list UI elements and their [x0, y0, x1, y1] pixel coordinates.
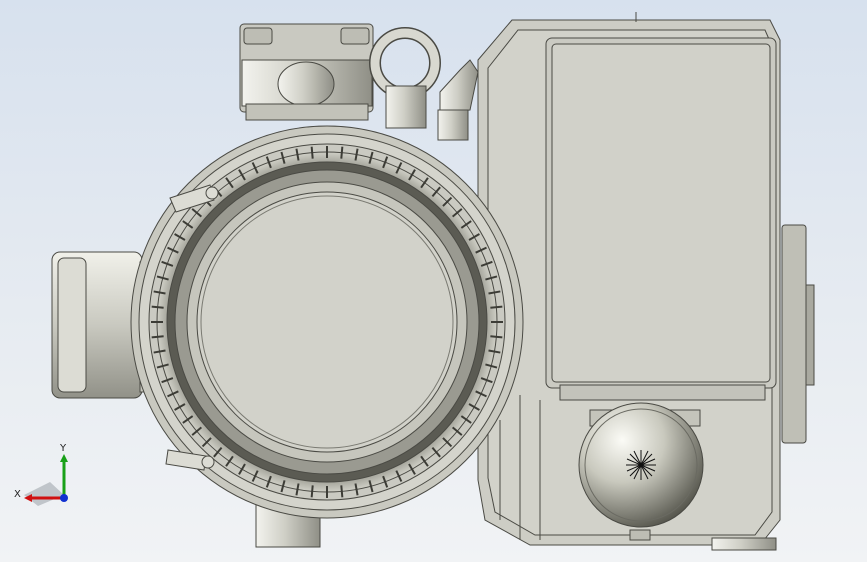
triad-plane [24, 482, 64, 506]
cooling-fin [490, 335, 503, 339]
lifting-eye[interactable] [369, 27, 441, 129]
y-axis-label: Y [60, 443, 67, 454]
pump-model[interactable] [0, 0, 867, 562]
cooling-fin [340, 146, 344, 159]
cad-viewport[interactable]: Y X [0, 0, 867, 562]
z-axis [60, 494, 68, 502]
elbow-fitting[interactable] [437, 59, 479, 141]
cooling-fin [151, 305, 164, 309]
cooling-fin [310, 485, 314, 498]
y-arrow-icon [60, 454, 68, 462]
cooling-fin [151, 335, 164, 339]
coordinate-triad: Y X [10, 440, 80, 510]
x-axis-label: X [14, 489, 21, 500]
cooling-fin [310, 146, 314, 159]
top-block[interactable] [239, 23, 374, 121]
cooling-fin [490, 305, 503, 309]
cooling-fin [340, 485, 344, 498]
front-cover[interactable] [166, 161, 488, 483]
